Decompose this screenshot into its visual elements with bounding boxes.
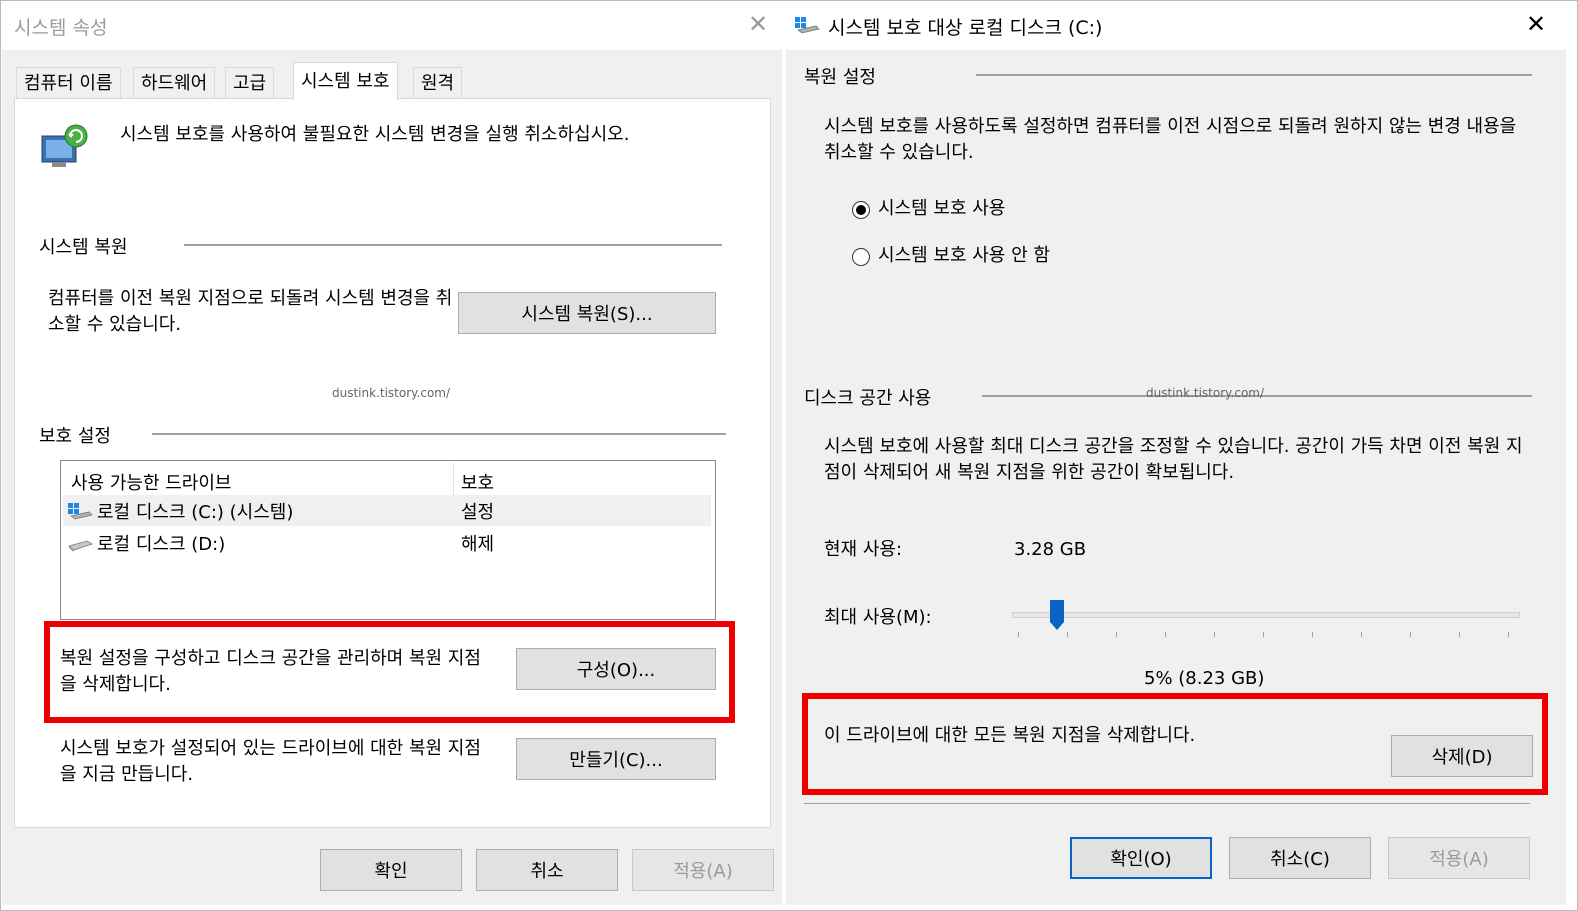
- disk-usage-description: 시스템 보호에 사용할 최대 디스크 공간을 조정할 수 있습니다. 공간이 가…: [824, 436, 1523, 483]
- slider-tick: [1410, 632, 1411, 637]
- create-description: 시스템 보호가 설정되어 있는 드라이브에 대한 복원 지점을 지금 만듭니다.: [60, 738, 481, 785]
- drive-name: 로컬 디스크 (C:) (시스템): [97, 502, 294, 523]
- slider-tick: [1312, 632, 1313, 637]
- title-bar: 시스템 보호 대상 로컬 디스크 (C:) ✕: [786, 0, 1566, 50]
- watermark: dustink.tistory.com/: [1146, 386, 1265, 400]
- drive-protection-status: 설정: [461, 502, 495, 523]
- tab-system-protection[interactable]: 시스템 보호: [293, 62, 398, 100]
- watermark: dustink.tistory.com/: [332, 386, 451, 400]
- footer-divider: [804, 803, 1530, 804]
- drive-name: 로컬 디스크 (D:): [97, 534, 226, 555]
- window-title: 시스템 속성: [14, 17, 108, 39]
- max-usage-label: 최대 사용(M):: [824, 607, 932, 628]
- system-properties-window: 시스템 속성 ✕ 컴퓨터 이름 하드웨어 고급 시스템 보호 원격 시스템 보호…: [2, 0, 782, 905]
- slider-tick: [1263, 632, 1264, 637]
- column-separator: [453, 463, 454, 495]
- slider-value: 5% (8.23 GB): [1144, 668, 1265, 689]
- tab-hardware[interactable]: 하드웨어: [133, 67, 216, 98]
- apply-button[interactable]: 적용(A): [632, 849, 774, 891]
- restore-description: 컴퓨터를 이전 복원 지점으로 되돌려 시스템 변경을 취소할 수 있습니다.: [48, 288, 453, 335]
- drive-row-c[interactable]: 로컬 디스크 (C:) (시스템) 설정: [63, 495, 711, 526]
- disk-usage-title: 디스크 공간 사용: [804, 388, 932, 409]
- group-divider: [152, 433, 726, 435]
- max-usage-slider[interactable]: [1012, 612, 1520, 618]
- drive-list[interactable]: 사용 가능한 드라이브 보호 로컬 디스크 (C:) (시스템) 설정 로컬 디…: [60, 460, 716, 620]
- cancel-button[interactable]: 취소(C): [1229, 837, 1371, 879]
- header-description: 시스템 보호를 사용하여 불필요한 시스템 변경을 실행 취소하십시오.: [120, 124, 630, 145]
- protection-group-title: 보호 설정: [39, 426, 111, 447]
- current-usage-label: 현재 사용:: [824, 539, 903, 560]
- system-restore-button[interactable]: 시스템 복원(S)...: [458, 292, 716, 334]
- restore-settings-title: 복원 설정: [804, 67, 876, 88]
- system-drive-icon: [795, 17, 820, 34]
- title-bar: 시스템 속성 ✕: [2, 0, 782, 50]
- tab-remote[interactable]: 원격: [413, 67, 463, 98]
- slider-thumb[interactable]: [1049, 600, 1064, 630]
- system-protection-icon: [41, 124, 88, 167]
- highlight-box: [44, 621, 735, 723]
- group-divider: [976, 74, 1532, 76]
- radio-dot: [856, 205, 866, 215]
- column-header-protection[interactable]: 보호: [461, 469, 494, 495]
- radio-enable-label[interactable]: 시스템 보호 사용: [878, 196, 1005, 222]
- slider-tick: [1165, 632, 1166, 637]
- radio-enable-protection[interactable]: [852, 201, 870, 219]
- highlight-box: [802, 693, 1548, 795]
- radio-disable-label[interactable]: 시스템 보호 사용 안 함: [878, 243, 1050, 269]
- current-usage-value: 3.28 GB: [1014, 539, 1087, 560]
- ok-button[interactable]: 확인(O): [1070, 837, 1212, 879]
- slider-tick: [1214, 632, 1215, 637]
- slider-tick: [1116, 632, 1117, 637]
- restore-group-title: 시스템 복원: [39, 237, 128, 258]
- group-divider: [184, 244, 722, 246]
- create-button[interactable]: 만들기(C)...: [516, 738, 716, 780]
- slider-tick: [1361, 632, 1362, 637]
- slider-tick: [1508, 632, 1509, 637]
- tab-advanced[interactable]: 고급: [225, 67, 275, 98]
- slider-tick: [1018, 632, 1019, 637]
- close-icon[interactable]: ✕: [1526, 12, 1546, 36]
- ok-button[interactable]: 확인: [320, 849, 462, 891]
- drive-protection-status: 해제: [461, 534, 495, 555]
- window-title: 시스템 보호 대상 로컬 디스크 (C:): [828, 17, 1103, 39]
- drive-row-d[interactable]: 로컬 디스크 (D:) 해제: [63, 527, 711, 558]
- column-header-drive[interactable]: 사용 가능한 드라이브: [71, 469, 231, 495]
- radio-disable-protection[interactable]: [852, 248, 870, 266]
- close-icon[interactable]: ✕: [748, 12, 768, 36]
- drive-icon: [68, 540, 93, 552]
- apply-button[interactable]: 적용(A): [1388, 837, 1530, 879]
- cancel-button[interactable]: 취소: [476, 849, 618, 891]
- restore-settings-description: 시스템 보호를 사용하도록 설정하면 컴퓨터를 이전 시점으로 되돌려 원하지 …: [824, 116, 1517, 163]
- slider-tick: [1459, 632, 1460, 637]
- system-drive-icon: [68, 503, 93, 520]
- tab-computer-name[interactable]: 컴퓨터 이름: [16, 67, 121, 98]
- slider-tick: [1067, 632, 1068, 637]
